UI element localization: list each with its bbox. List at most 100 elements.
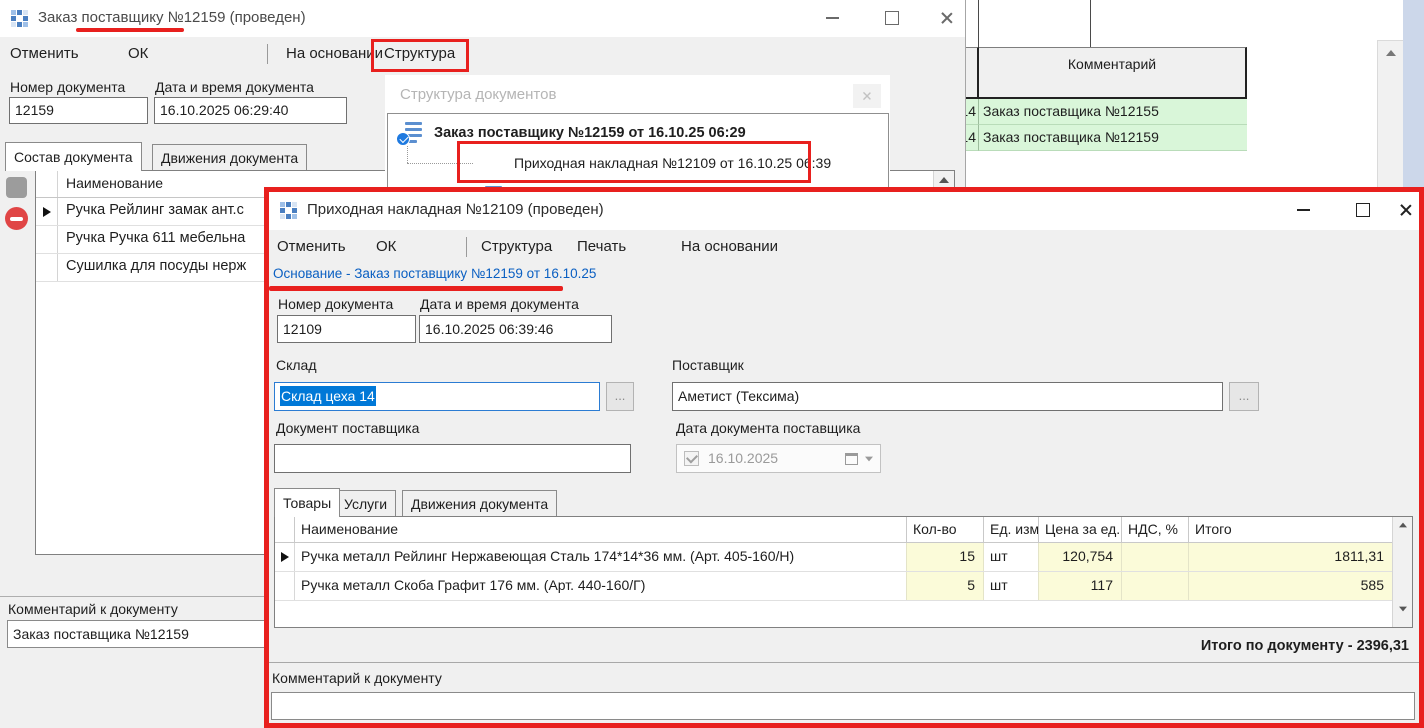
grid-remove-button[interactable] — [5, 207, 28, 230]
annotation-underline-base-link — [269, 286, 563, 291]
cancel-menu-item[interactable]: Отменить — [277, 230, 346, 264]
minimize-button[interactable] — [806, 0, 858, 36]
order-datetime-field[interactable]: 16.10.2025 06:29:40 — [154, 97, 347, 124]
goods-row[interactable]: Ручка металл Скоба Графит 176 мм. (Арт. … — [275, 572, 1412, 601]
maximize-button[interactable] — [866, 0, 918, 36]
row-selector-header — [275, 517, 295, 542]
based-on-menu-item[interactable]: На основании — [681, 230, 778, 264]
supplier-picker-button[interactable]: ... — [1229, 382, 1259, 411]
invoice-comment-label: Комментарий к документу — [272, 670, 442, 686]
scroll-up-icon[interactable] — [939, 177, 949, 183]
tab-services[interactable]: Услуги — [335, 490, 396, 517]
unit-header[interactable]: Ед. изм — [984, 517, 1039, 542]
invoice-toolbar: Отменить ОК Структура Печать На основани… — [269, 230, 1419, 264]
goods-name: Ручка металл Рейлинг Нержавеющая Сталь 1… — [295, 543, 907, 571]
annotation-underline-order-number — [76, 28, 184, 32]
ok-menu-item[interactable]: ОК — [376, 230, 396, 264]
base-document-link[interactable]: Основание - Заказ поставщику №12159 от 1… — [273, 266, 596, 281]
invoice-window: Приходная накладная №12109 (проведен) От… — [264, 187, 1424, 728]
structure-menu-item[interactable]: Структура — [481, 230, 552, 264]
name-header[interactable]: Наименование — [295, 517, 907, 542]
tab-movements[interactable]: Движения документа — [402, 490, 557, 517]
row-selector — [36, 226, 58, 253]
column-divider — [1090, 0, 1091, 47]
invoice-comment-field[interactable] — [271, 692, 1415, 720]
vat-header[interactable]: НДС, % — [1122, 517, 1189, 542]
calendar-icon[interactable] — [845, 452, 858, 468]
close-button[interactable] — [1391, 192, 1421, 228]
app-icon — [11, 10, 28, 27]
goods-table-scrollbar[interactable] — [1392, 517, 1412, 627]
supplier-date-control[interactable]: 16.10.2025 — [676, 444, 881, 473]
scroll-down-icon[interactable] — [1399, 607, 1407, 612]
structure-popup-title: Структура документов — [400, 86, 556, 103]
tree-connector — [407, 146, 409, 163]
invoice-number-field[interactable]: 12109 — [277, 315, 416, 343]
scroll-up-icon[interactable] — [1386, 50, 1396, 56]
popup-close-button[interactable] — [853, 84, 881, 108]
order-comment-label: Комментарий к документу — [8, 601, 178, 617]
tab-order-content[interactable]: Состав документа — [5, 142, 142, 171]
tab-goods[interactable]: Товары — [274, 488, 340, 517]
row-selector-header — [36, 171, 58, 197]
list-row[interactable]: 14 Заказ поставщика №12159 — [958, 125, 1247, 151]
price-header[interactable]: Цена за ед. — [1039, 517, 1122, 542]
current-row-arrow-icon — [43, 207, 51, 217]
minimize-button[interactable] — [1277, 192, 1329, 228]
invoice-datetime-field[interactable]: 16.10.2025 06:39:46 — [419, 315, 612, 343]
scroll-up-icon[interactable] — [1399, 523, 1407, 528]
close-icon — [862, 91, 872, 101]
selected-text: Склад цеха 14 — [280, 386, 376, 406]
list-cell-comment: Заказ поставщика №12155 — [979, 99, 1247, 125]
based-on-menu-item[interactable]: На основании — [286, 37, 383, 71]
goods-total: 1811,31 — [1189, 543, 1392, 571]
maximize-button[interactable] — [1337, 192, 1389, 228]
warehouse-picker-button[interactable]: ... — [606, 382, 634, 411]
invoice-window-title: Приходная накладная №12109 (проведен) — [307, 201, 604, 218]
toolbar-separator — [267, 44, 268, 64]
row-selector — [275, 572, 295, 600]
order-titlebar[interactable]: Заказ поставщику №12159 (проведен) — [0, 0, 965, 37]
supplier-field[interactable]: Аметист (Тексима) — [672, 382, 1223, 411]
goods-vat — [1122, 572, 1189, 600]
warehouse-label: Склад — [276, 357, 317, 373]
structure-menu-item[interactable]: Структура — [384, 37, 455, 71]
order-toolbar: Отменить ОК На основании Структура — [0, 37, 965, 71]
goods-vat — [1122, 543, 1189, 571]
list-header-comment[interactable]: Комментарий — [979, 47, 1247, 99]
ok-menu-item[interactable]: ОК — [128, 37, 148, 71]
print-menu-item[interactable]: Печать — [577, 230, 626, 264]
supplier-doc-label: Документ поставщика — [276, 420, 419, 436]
cancel-menu-item[interactable]: Отменить — [10, 37, 79, 71]
list-row[interactable]: 14 Заказ поставщика №12155 — [958, 99, 1247, 125]
date-checkbox[interactable] — [684, 451, 699, 466]
current-row-marker — [36, 198, 58, 225]
order-number-field[interactable]: 12159 — [9, 97, 148, 124]
invoice-datetime-label: Дата и время документа — [420, 296, 579, 312]
current-row-arrow-icon — [281, 552, 289, 562]
grid-add-button[interactable] — [6, 177, 27, 198]
goods-row[interactable]: Ручка металл Рейлинг Нержавеющая Сталь 1… — [275, 543, 1412, 572]
goods-total: 585 — [1189, 572, 1392, 600]
structure-root-item[interactable]: Заказ поставщику №12159 от 16.10.25 06:2… — [434, 125, 746, 141]
dropdown-arrow-icon[interactable] — [865, 457, 873, 462]
supplier-date-label: Дата документа поставщика — [676, 420, 860, 436]
supplier-doc-field[interactable] — [274, 444, 631, 473]
close-button[interactable] — [928, 0, 966, 36]
row-selector — [36, 254, 58, 281]
total-header[interactable]: Итого — [1189, 517, 1392, 542]
invoice-titlebar[interactable]: Приходная накладная №12109 (проведен) — [269, 192, 1419, 230]
warehouse-field[interactable]: Склад цеха 14 — [274, 382, 600, 411]
goods-unit: шт — [984, 572, 1039, 600]
app-icon — [280, 202, 297, 219]
date-value: 16.10.2025 — [708, 450, 778, 466]
current-row-marker — [275, 543, 295, 571]
goods-qty: 15 — [907, 543, 984, 571]
document-total: Итого по документу - 2396,31 — [1201, 638, 1409, 654]
qty-header[interactable]: Кол-во — [907, 517, 984, 542]
column-divider — [978, 0, 979, 47]
structure-child-item[interactable]: Приходная накладная №12109 от 16.10.25 0… — [514, 155, 831, 171]
order-number-label: Номер документа — [10, 79, 125, 95]
tab-order-movements[interactable]: Движения документа — [152, 144, 307, 171]
tree-connector — [407, 163, 473, 165]
